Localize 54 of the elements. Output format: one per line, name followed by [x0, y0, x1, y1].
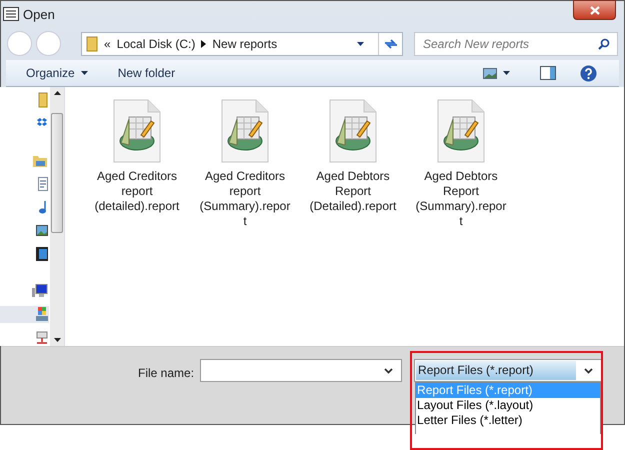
refresh-icon	[384, 38, 398, 50]
file-name: Aged Creditors report (Summary).report	[199, 169, 291, 230]
scroll-down-icon	[54, 338, 60, 342]
report-file-icon	[437, 99, 485, 164]
music-note-icon	[38, 200, 48, 214]
file-item[interactable]: Aged Debtors Report (Summary).report	[413, 99, 509, 230]
scrollbar[interactable]	[50, 87, 64, 346]
chevron-down-icon	[384, 368, 394, 374]
network-icon	[36, 330, 48, 345]
close-icon	[590, 6, 600, 15]
preview-pane-icon[interactable]	[540, 66, 556, 80]
picture-icon	[36, 225, 48, 236]
file-item[interactable]: Aged Creditors report (Summary).report	[197, 99, 293, 230]
file-name: Aged Debtors Report (Summary).report	[415, 169, 507, 230]
caret-icon	[80, 71, 88, 76]
document-icon	[38, 176, 48, 191]
report-file-icon	[221, 99, 269, 164]
window-icon	[3, 7, 19, 22]
overflow-chevron[interactable]: «	[104, 34, 111, 53]
search-field[interactable]: Search New reports	[414, 32, 618, 56]
separator-arrow-icon	[201, 40, 206, 48]
picture-icon[interactable]	[483, 68, 497, 79]
dropdown-arrow-icon[interactable]	[357, 42, 364, 46]
close-button[interactable]	[573, 0, 616, 20]
file-item[interactable]: Aged Creditors report (detailed).report	[89, 99, 185, 214]
report-file-icon	[113, 99, 161, 164]
address-bar[interactable]: « Local Disk (C:) New reports	[81, 32, 403, 56]
file-item[interactable]: Aged Debtors Report (Detailed).report	[305, 99, 401, 214]
report-file-icon	[329, 99, 377, 164]
chevron-down-icon	[584, 368, 594, 374]
drive-icon	[36, 307, 48, 322]
breadcrumb[interactable]: New reports	[212, 34, 278, 53]
folder-icon	[32, 154, 48, 168]
film-icon	[36, 246, 48, 261]
file-name-field[interactable]	[200, 359, 402, 382]
scroll-thumb[interactable]	[51, 113, 63, 234]
scroll-up-icon	[54, 91, 60, 96]
new-folder-button[interactable]: New folder	[118, 64, 176, 82]
file-name-label: File name:	[138, 365, 194, 382]
computer-icon	[32, 284, 48, 298]
window-title: Open	[23, 6, 55, 24]
organize-button[interactable]: Organize	[26, 64, 88, 82]
selected-file-type: Report Files (*.report)	[416, 361, 576, 380]
search-icon	[598, 38, 610, 50]
breadcrumb[interactable]: Local Disk (C:)	[116, 34, 196, 53]
dropdown-option[interactable]: Letter Files (*.letter)	[416, 413, 600, 428]
folder-icon	[38, 92, 48, 108]
help-icon[interactable]	[580, 64, 597, 82]
file-type-dropdown[interactable]: Report Files (*.report)	[414, 359, 602, 382]
file-name: Aged Creditors report (detailed).report	[94, 169, 180, 214]
caret-icon[interactable]	[503, 71, 510, 76]
dropdown-option[interactable]: Layout Files (*.layout)	[416, 398, 600, 414]
folder-icon	[86, 36, 98, 52]
file-name: Aged Debtors Report (Detailed).report	[308, 169, 398, 214]
